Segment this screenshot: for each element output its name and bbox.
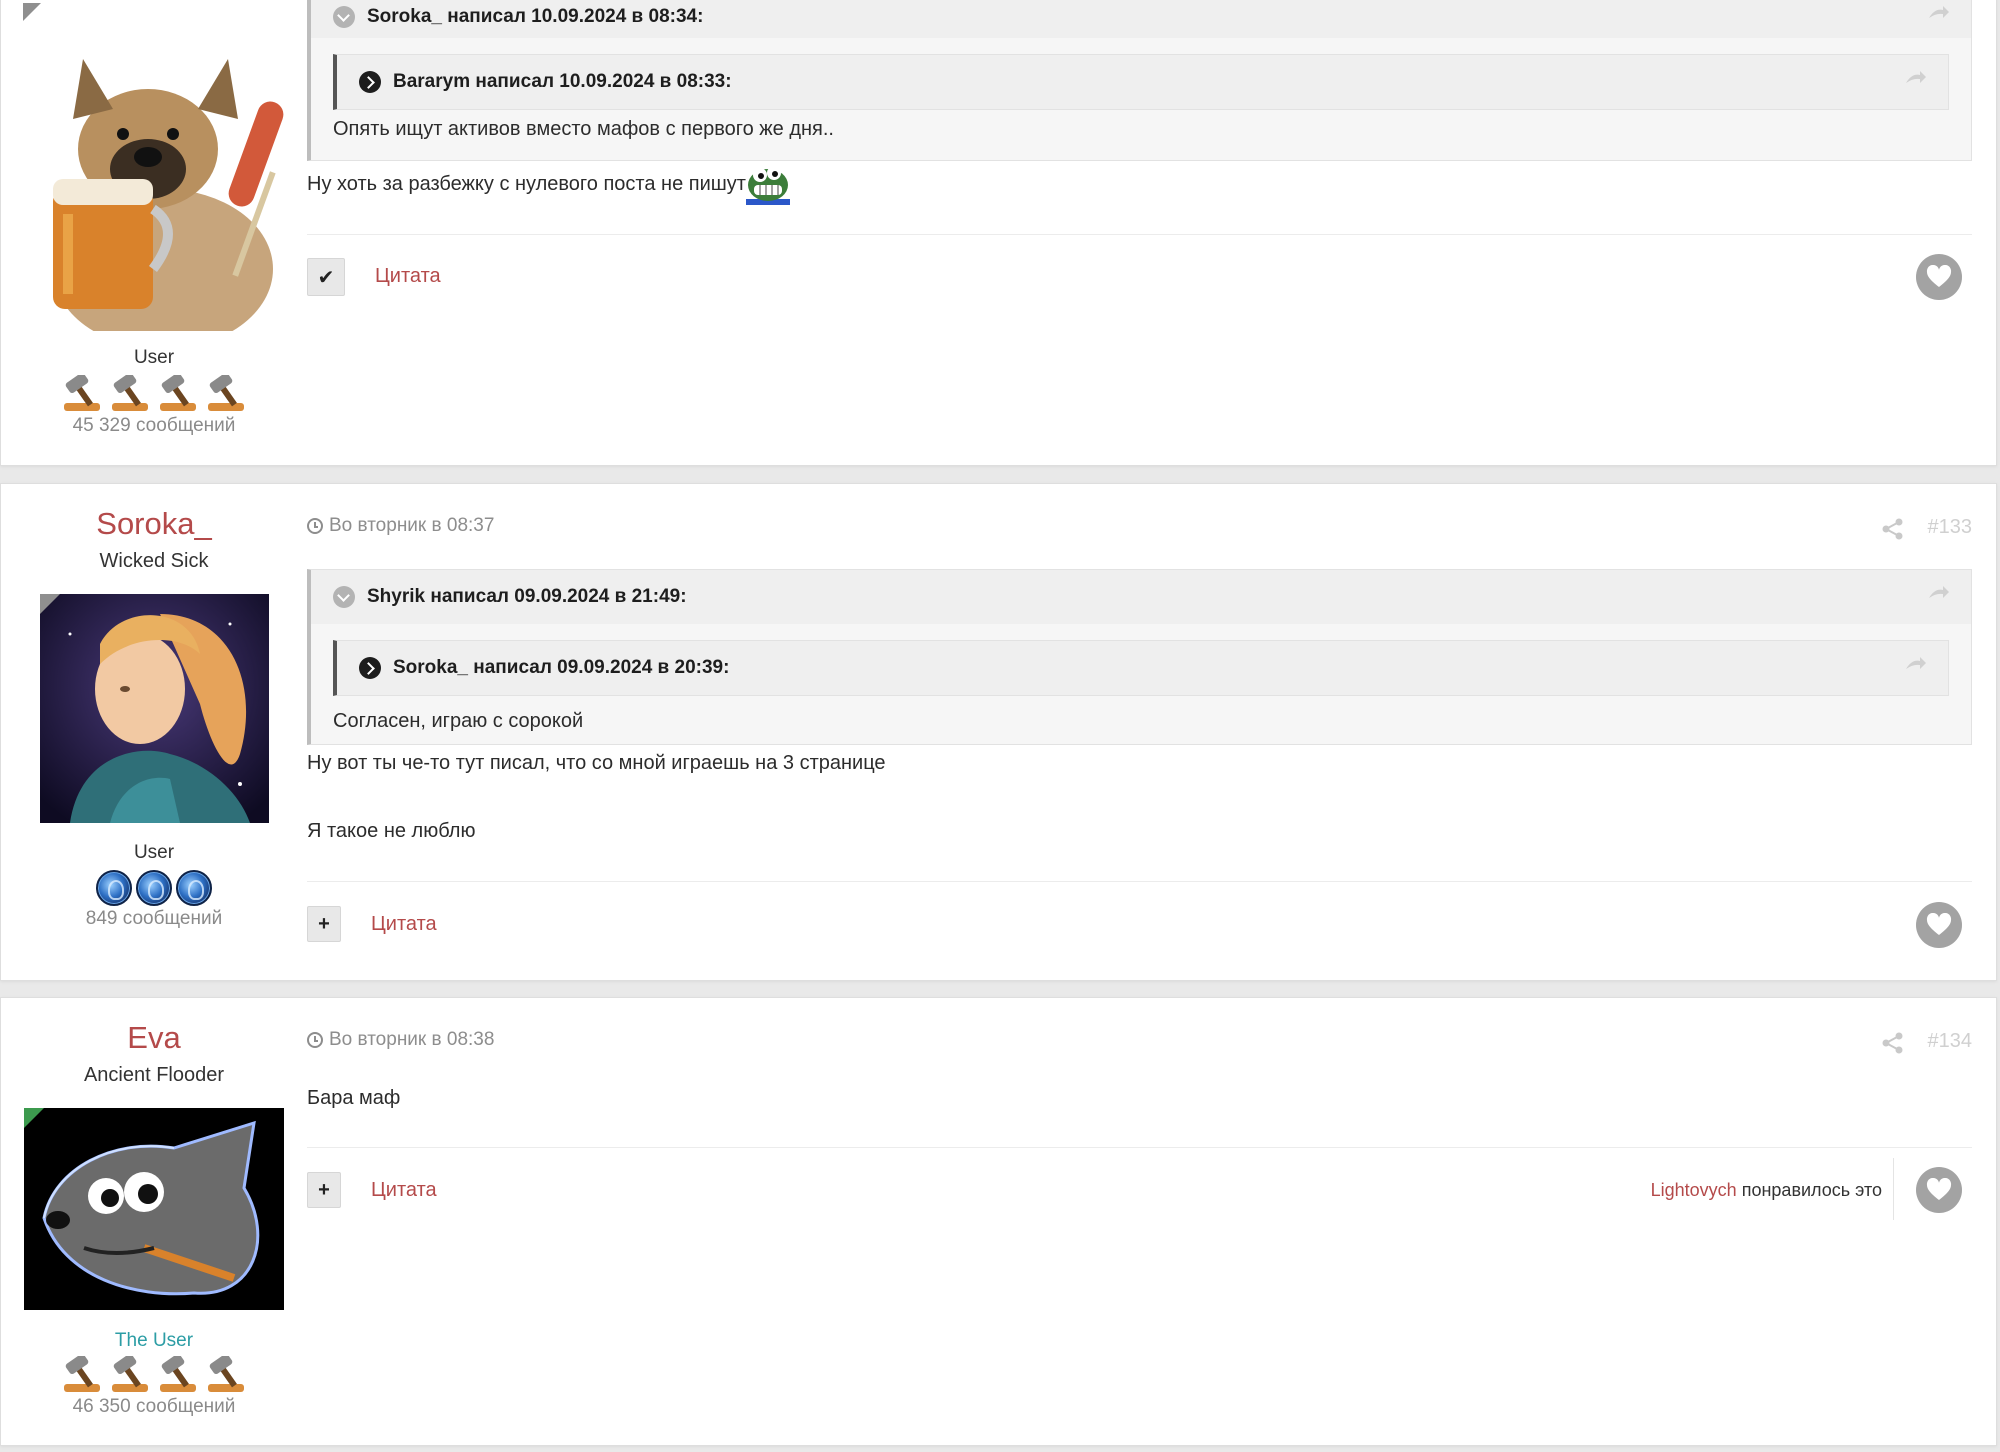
post-133: Soroka_ Wicked Sick User 849 сообщений В… (0, 483, 1997, 981)
timestamp-text: Во вторник в 08:38 (329, 1029, 495, 1050)
author-title: Wicked Sick (99, 550, 209, 572)
quote-block: Shyrik написал 09.09.2024 в 21:49: Sorok… (307, 569, 1972, 745)
hammer-icon (156, 1353, 200, 1396)
jump-to-quote-icon[interactable] (1904, 657, 1926, 675)
rank-pips (1, 870, 307, 906)
post-divider (307, 234, 1972, 235)
post-author-panel: Soroka_ Wicked Sick User 849 сообщений (1, 484, 307, 980)
jump-to-quote-icon[interactable] (1927, 6, 1949, 24)
post-timestamp[interactable]: Во вторник в 08:38 (307, 1029, 494, 1051)
check-icon: ✔ (317, 266, 335, 289)
collapse-quote-icon[interactable] (333, 586, 355, 608)
expand-quote-icon[interactable] (359, 71, 381, 93)
post-132: User 45 329 сообщений Soroka_ написал 10… (0, 0, 1997, 466)
orb-icon (136, 870, 172, 906)
hammer-icon (60, 1353, 104, 1396)
author-rank: User (133, 842, 175, 863)
author-post-count[interactable]: 45 329 сообщений (1, 415, 307, 437)
jump-to-quote-icon[interactable] (1904, 71, 1926, 89)
post-content: Soroka_ написал 10.09.2024 в 08:34: Bara… (307, 0, 1972, 465)
rank-pips (1, 372, 307, 415)
avatar-status-flag (24, 1108, 44, 1128)
liked-by-suffix: понравилось это (1741, 1180, 1882, 1200)
author-name[interactable]: Soroka_ (1, 506, 307, 542)
author-post-count[interactable]: 849 сообщений (1, 908, 307, 930)
post-text: Ну хоть за разбежку с нулевого поста не … (307, 163, 790, 205)
quote-header: Soroka_ написал 09.09.2024 в 20:39: (337, 641, 1948, 695)
nested-quote-block: Soroka_ написал 09.09.2024 в 20:39: (333, 640, 1949, 696)
post-134: Eva Ancient Flooder The User 46 350 сооб… (0, 997, 1997, 1446)
post-content: Во вторник в 08:38 #134 Бара маф + Цитат… (307, 998, 1972, 1445)
quote-citation: Soroka_ написал 09.09.2024 в 20:39: (393, 657, 730, 678)
plus-icon: + (318, 912, 330, 935)
post-divider (307, 881, 1972, 882)
quote-button[interactable]: Цитата (375, 265, 441, 288)
like-button[interactable] (1916, 254, 1962, 300)
quote-citation: Bararym написал 10.09.2024 в 08:33: (393, 71, 732, 92)
avatar[interactable] (24, 1108, 284, 1310)
hammer-icon (156, 372, 200, 415)
avatar[interactable] (33, 39, 287, 331)
author-rank: User (133, 347, 175, 368)
author-name[interactable]: Eva (1, 1020, 307, 1056)
multiquote-toggle[interactable]: ✔ (307, 258, 345, 296)
orb-icon (96, 870, 132, 906)
grinning-frog-emoji-icon (745, 163, 790, 205)
post-timestamp[interactable]: Во вторник в 08:37 (307, 515, 494, 537)
post-text-line: Ну вот ты че-то тут писал, что со мной и… (307, 752, 886, 774)
quote-block: Soroka_ написал 10.09.2024 в 08:34: Bara… (307, 0, 1972, 161)
quote-citation: Shyrik написал 09.09.2024 в 21:49: (367, 586, 687, 607)
collapse-quote-icon[interactable] (333, 6, 355, 28)
expand-quote-icon[interactable] (359, 657, 381, 679)
quote-text: Согласен, играю с сорокой (333, 710, 584, 732)
author-title: Ancient Flooder (83, 1064, 225, 1086)
heart-icon (1926, 265, 1952, 287)
rank-pips (1, 1353, 307, 1396)
heart-icon (1926, 1178, 1952, 1200)
post-text-line: Бара маф (307, 1087, 401, 1109)
post-number-link[interactable]: #133 (1928, 516, 1973, 539)
share-icon[interactable] (1882, 1032, 1904, 1054)
hammer-icon (60, 372, 104, 415)
post-text-line: Я такое не люблю (307, 820, 476, 842)
post-author-panel: User 45 329 сообщений (1, 0, 307, 465)
quote-text: Опять ищут активов вместо мафов с первог… (333, 118, 834, 140)
post-number-link[interactable]: #134 (1928, 1030, 1973, 1053)
orb-icon (176, 870, 212, 906)
timestamp-text: Во вторник в 08:37 (329, 515, 495, 536)
quote-button[interactable]: Цитата (371, 913, 437, 936)
quote-button[interactable]: Цитата (371, 1179, 437, 1202)
nested-quote-block: Bararym написал 10.09.2024 в 08:33: (333, 54, 1949, 110)
hammer-icon (204, 372, 248, 415)
quote-citation: Soroka_ написал 10.09.2024 в 08:34: (367, 6, 704, 27)
share-icon[interactable] (1882, 518, 1904, 540)
clock-icon (307, 518, 323, 534)
like-separator (1893, 1158, 1894, 1220)
post-divider (307, 1147, 1972, 1148)
hammer-icon (204, 1353, 248, 1396)
clock-icon (307, 1032, 323, 1048)
post-content: Во вторник в 08:37 #133 Shyrik написал 0… (307, 484, 1972, 980)
plus-icon: + (318, 1178, 330, 1201)
author-post-count[interactable]: 46 350 сообщений (1, 1396, 307, 1418)
liked-by-summary: Lightovych понравилось это (1651, 1180, 1882, 1201)
like-button[interactable] (1916, 1167, 1962, 1213)
post-author-panel: Eva Ancient Flooder The User 46 350 сооб… (1, 998, 307, 1445)
avatar[interactable] (40, 594, 269, 823)
multiquote-toggle[interactable]: + (307, 906, 341, 942)
avatar-status-flag (23, 3, 41, 21)
quote-header: Bararym написал 10.09.2024 в 08:33: (337, 55, 1948, 109)
like-button[interactable] (1916, 902, 1962, 948)
post-text-line: Ну хоть за разбежку с нулевого поста не … (307, 172, 746, 195)
multiquote-toggle[interactable]: + (307, 1172, 341, 1208)
hammer-icon (108, 372, 152, 415)
avatar-status-flag (40, 594, 60, 614)
heart-icon (1926, 913, 1952, 935)
hammer-icon (108, 1353, 152, 1396)
quote-header: Shyrik написал 09.09.2024 в 21:49: (311, 570, 1971, 624)
liked-by-user-link[interactable]: Lightovych (1651, 1180, 1737, 1200)
quote-header: Soroka_ написал 10.09.2024 в 08:34: (311, 0, 1971, 38)
jump-to-quote-icon[interactable] (1927, 586, 1949, 604)
author-rank: The User (114, 1330, 194, 1351)
